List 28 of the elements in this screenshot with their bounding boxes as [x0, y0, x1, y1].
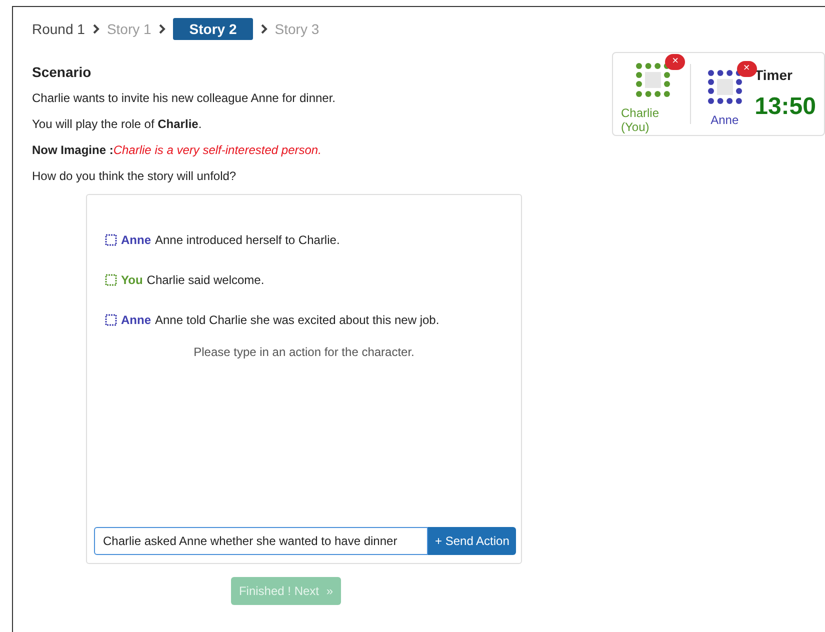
imagine-label: Now Imagine :	[32, 143, 114, 157]
chevron-icon	[158, 24, 166, 34]
send-action-button[interactable]: + Send Action	[428, 527, 516, 555]
remove-badge[interactable]: ×	[665, 54, 686, 70]
scenario-text: You will play the role of Charlie.	[32, 116, 203, 133]
message-text: Anne told Charlie she was excited about this new job.	[155, 313, 440, 327]
message-text: Anne introduced herself to Charlie.	[155, 233, 340, 247]
remove-badge[interactable]: ×	[736, 61, 757, 77]
message-text: Charlie said welcome.	[146, 273, 264, 287]
breadcrumb-round[interactable]: Round 1	[32, 21, 85, 37]
speaker-name: You	[121, 273, 143, 287]
scenario-question: How do you think the story will unfold?	[32, 168, 238, 185]
imagine-text: Charlie is a very self-interested person.	[113, 143, 322, 157]
scenario-text: Charlie wants to invite his new colleague Anne for dinner.	[32, 90, 337, 107]
breadcrumb-step[interactable]: Story 3	[274, 18, 320, 40]
chevron-icon	[260, 24, 268, 34]
action-input-field[interactable]: Charlie asked Anne whether she wanted to have dinner	[94, 527, 428, 555]
player-name: Charlie (You)	[621, 106, 660, 134]
speaker-name: Anne	[121, 233, 151, 247]
chevron-icon	[92, 24, 100, 34]
timer-value: 13:50	[754, 93, 816, 121]
breadcrumb-step[interactable]: Story 2	[173, 18, 253, 40]
speaker-name: Anne	[121, 313, 151, 327]
player-name: Anne	[710, 113, 739, 127]
breadcrumb-step[interactable]: Story 1	[106, 18, 152, 40]
prompt-text: Please type in an action for the character.	[192, 345, 416, 359]
scenario-title: Scenario	[32, 64, 92, 80]
timer-label: Timer	[754, 67, 794, 83]
